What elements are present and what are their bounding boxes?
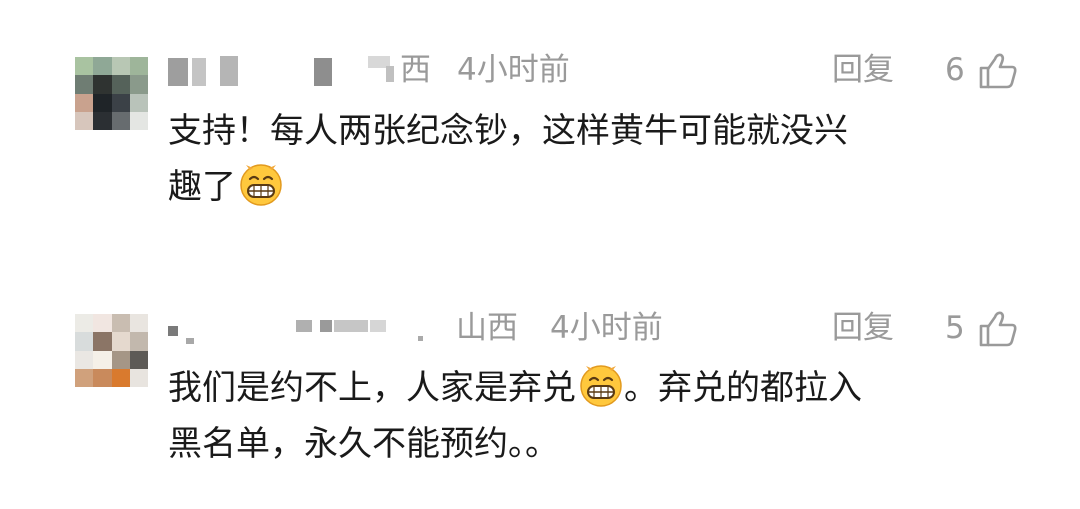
thumbs-up-icon (979, 311, 1017, 347)
timestamp-text: 4小时前 (457, 52, 570, 88)
comment-text-line: 我们是约不上，人家是弃兑 。弃兑的都拉入 (168, 360, 1028, 416)
comment-text: 我们是约不上，人家是弃兑 。弃兑的都拉入 黑名单，永久不能预约。。 (168, 360, 1028, 472)
location-text: 山西 (456, 310, 518, 346)
comment-item: 西 4小时前 回复 6 支持！每人两张纪念钞，这样黄牛可能就没兴 趣了 (0, 0, 1080, 250)
like-button[interactable]: 6 (945, 50, 1025, 90)
username-redacted[interactable] (168, 56, 408, 86)
grinning-face-icon (580, 365, 622, 407)
reply-button[interactable]: 回复 (832, 50, 894, 90)
comment-text: 支持！每人两张纪念钞，这样黄牛可能就没兴 趣了 (168, 103, 1028, 215)
comment-text-fragment: 我们是约不上，人家是弃兑 (168, 368, 576, 408)
timestamp-text: 4小时前 (550, 310, 663, 346)
comment-text-line: 趣了 (168, 159, 1028, 215)
grinning-face-icon (240, 164, 282, 206)
comment-text-line: 黑名单，永久不能预约。。 (168, 424, 559, 464)
comment-item: 山西 4小时前 回复 5 我们是约不上，人家是弃兑 。弃兑的都拉入 黑名单，永久… (0, 290, 1080, 509)
comment-text-line: 支持！每人两张纪念钞，这样黄牛可能就没兴 (168, 111, 848, 151)
location-text: 西 (400, 52, 431, 88)
like-count: 5 (945, 310, 965, 346)
username-redacted[interactable] (168, 314, 423, 344)
comment-meta: 西 4小时前 回复 6 (0, 50, 1080, 90)
like-button[interactable]: 5 (945, 308, 1025, 348)
reply-button[interactable]: 回复 (832, 308, 894, 348)
thumbs-up-icon (979, 53, 1017, 89)
comment-text-fragment: 。弃兑的都拉入 (624, 368, 862, 408)
comment-meta: 山西 4小时前 回复 5 (0, 308, 1080, 348)
comment-text-fragment: 趣了 (168, 167, 236, 207)
like-count: 6 (945, 52, 965, 88)
